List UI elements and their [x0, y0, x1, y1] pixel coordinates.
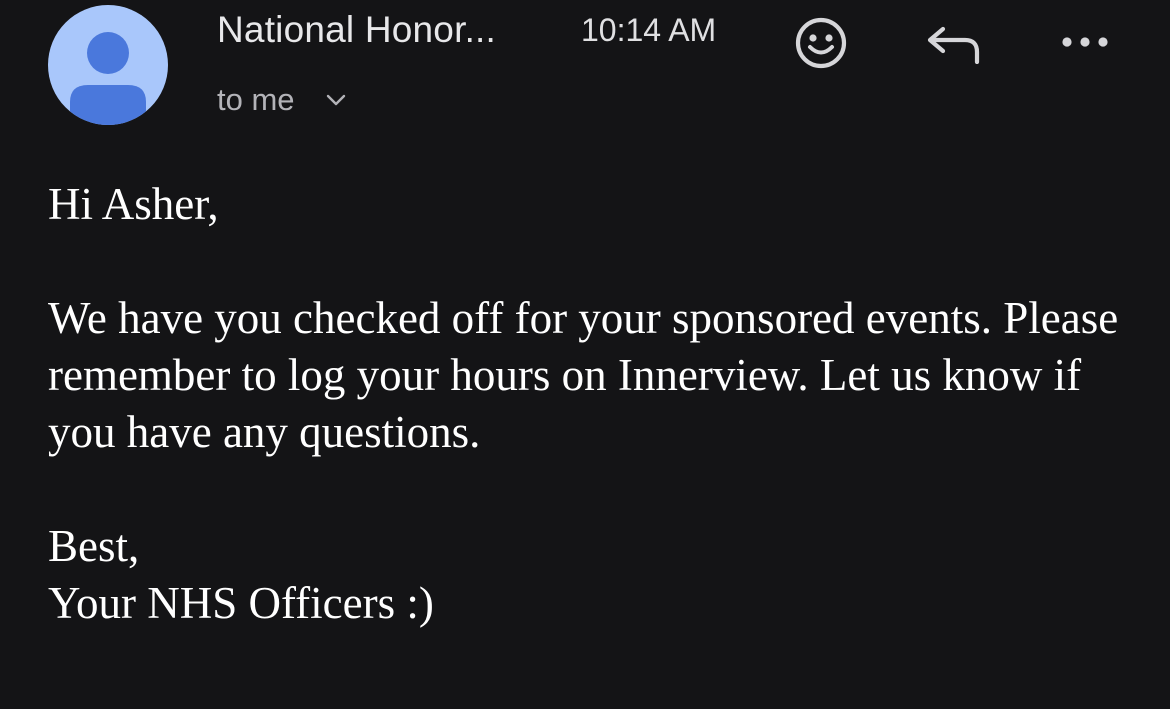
email-header: National Honor... 10:14 AM to me: [0, 0, 1170, 140]
emoji-smile-icon[interactable]: [794, 16, 848, 70]
more-horizontal-icon[interactable]: [1058, 32, 1112, 52]
person-avatar-icon: [70, 32, 146, 125]
email-body: Hi Asher, We have you checked off for yo…: [48, 176, 1138, 632]
recipient-label: to me: [217, 82, 295, 117]
sender-avatar[interactable]: [48, 5, 168, 125]
recipient-details-toggle[interactable]: to me: [217, 80, 347, 120]
reply-arrow-icon[interactable]: [925, 22, 983, 64]
email-paragraph: We have you checked off for your sponsor…: [48, 293, 1119, 457]
chevron-down-icon: [326, 94, 345, 106]
email-closing: Best,: [48, 521, 140, 571]
email-greeting: Hi Asher,: [48, 179, 219, 229]
email-signature: Your NHS Officers :): [48, 578, 434, 628]
received-time: 10:14 AM: [581, 12, 717, 48]
sender-name[interactable]: National Honor...: [217, 9, 496, 51]
